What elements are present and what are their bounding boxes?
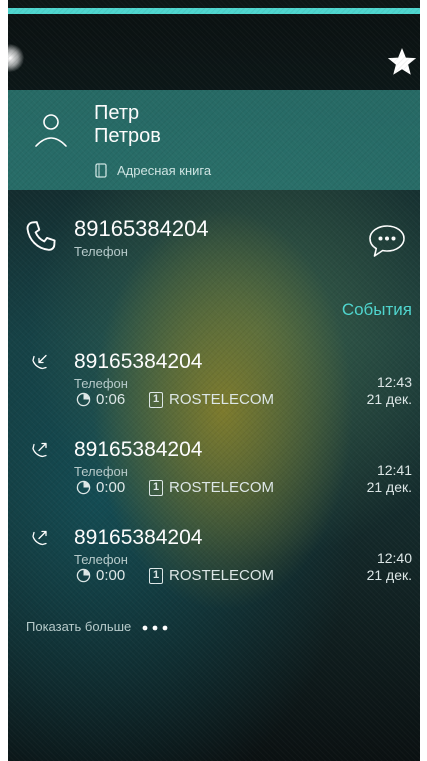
- event-duration: 0:00: [96, 479, 126, 496]
- event-duration: 0:00: [96, 567, 126, 584]
- event-phone-type: Телефон: [74, 464, 128, 479]
- timer-icon: [76, 568, 91, 583]
- event-time: 12:43: [376, 374, 412, 390]
- phone-number: 89165384204: [74, 216, 209, 241]
- events-header[interactable]: События: [342, 300, 412, 320]
- outgoing-call-icon: [32, 442, 47, 458]
- phone-number-row[interactable]: 89165384204 Телефон: [8, 208, 420, 268]
- contact-card[interactable]: Петр Петров Адресная книга: [8, 90, 420, 190]
- event-carrier: ROSTELECOM: [169, 391, 275, 408]
- event-phone-number: 89165384204: [74, 438, 203, 461]
- phone-icon[interactable]: [22, 218, 60, 256]
- pulley-indicator: [8, 44, 24, 72]
- event-phone-type: Телефон: [74, 376, 128, 391]
- event-time: 12:40: [376, 550, 412, 566]
- event-date: 21 дек.: [366, 479, 412, 495]
- sim-card-icon: 1: [149, 568, 163, 584]
- event-phone-type: Телефон: [74, 552, 128, 567]
- timer-icon: [76, 480, 91, 495]
- event-phone-number: 89165384204: [74, 526, 203, 549]
- sim-card-icon: 1: [149, 392, 163, 408]
- timer-icon: [76, 392, 91, 407]
- contact-first-name: Петр: [94, 102, 140, 124]
- event-duration: 0:06: [96, 391, 126, 408]
- call-event-item[interactable]: 89165384204 Телефон 0:06 1 ROSTELECOM 12…: [8, 346, 420, 430]
- sim-card-icon: 1: [149, 480, 163, 496]
- event-phone-number: 89165384204: [74, 350, 203, 373]
- phone-book-icon: [95, 163, 107, 178]
- sim-slot-number: 1: [152, 481, 160, 493]
- phone-type-label: Телефон: [74, 244, 128, 259]
- star-icon[interactable]: [386, 46, 418, 78]
- person-icon: [35, 114, 67, 147]
- address-book-label: Адресная книга: [117, 163, 212, 178]
- show-more-label: Показать больше: [26, 619, 132, 634]
- contact-last-name: Петров: [94, 125, 161, 147]
- event-time: 12:41: [376, 462, 412, 478]
- sim-slot-number: 1: [152, 393, 160, 405]
- outgoing-call-icon: [32, 530, 47, 546]
- event-date: 21 дек.: [366, 391, 412, 407]
- incoming-call-icon: [32, 354, 47, 370]
- dots-icon: [142, 625, 168, 631]
- top-bar: [8, 14, 420, 90]
- call-event-item[interactable]: 89165384204 Телефон 0:00 1 ROSTELECOM 12…: [8, 434, 420, 518]
- event-carrier: ROSTELECOM: [169, 567, 275, 584]
- call-event-item[interactable]: 89165384204 Телефон 0:00 1 ROSTELECOM 12…: [8, 522, 420, 606]
- event-date: 21 дек.: [366, 567, 412, 583]
- chat-bubble-icon[interactable]: [366, 223, 408, 261]
- sim-slot-number: 1: [152, 569, 160, 581]
- contact-details-screen: Петр Петров Адресная книга 89165384204 Т…: [8, 0, 420, 761]
- event-carrier: ROSTELECOM: [169, 479, 275, 496]
